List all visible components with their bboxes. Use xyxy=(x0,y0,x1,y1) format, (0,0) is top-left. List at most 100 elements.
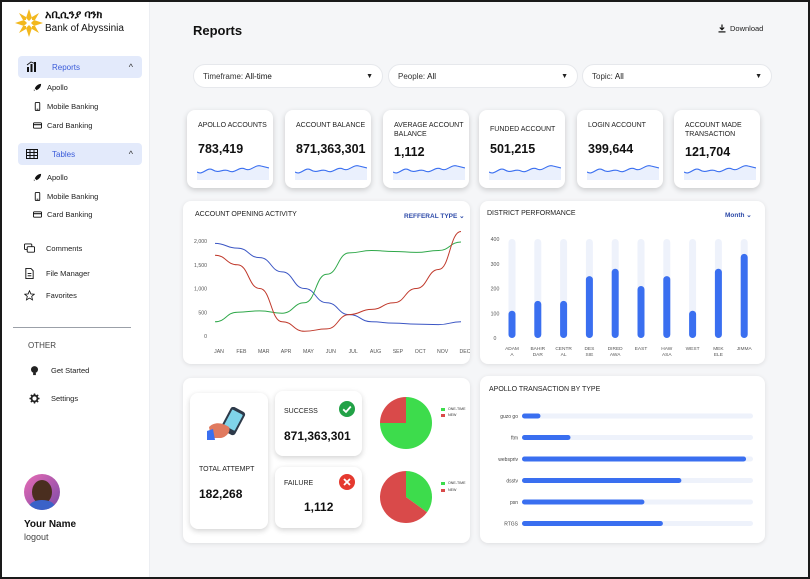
sidebar-item-label: Comments xyxy=(46,244,83,253)
x-tick-label: DES xyxy=(584,346,594,352)
x-tick-label: DEC xyxy=(460,349,470,355)
kpi-card[interactable]: APOLLO ACCOUNTS 783,419 xyxy=(187,110,273,188)
sparkline xyxy=(587,165,659,180)
kpi-card[interactable]: AVERAGE ACCOUNT BALANCE 1,112 xyxy=(383,110,469,188)
success-value: 871,363,301 xyxy=(284,429,351,443)
bar xyxy=(637,286,645,338)
sidebar-item-label: Apollo xyxy=(47,173,68,182)
y-tick-label: 400 xyxy=(491,237,500,243)
sidebar-item-apollo[interactable]: Apollo xyxy=(33,173,68,182)
series-line xyxy=(214,231,462,332)
bar xyxy=(522,435,571,440)
star-icon xyxy=(24,290,35,301)
pie-slice xyxy=(380,397,406,423)
bar xyxy=(714,268,722,338)
kpi-label: LOGIN ACCOUNT xyxy=(588,122,646,129)
filter-label: Topic: xyxy=(592,71,613,81)
user-name: Your Name xyxy=(24,519,77,530)
mobile-icon xyxy=(34,102,41,111)
kpi-value: 1,112 xyxy=(394,145,425,159)
total-attempt-value: 182,268 xyxy=(199,487,243,501)
sidebar-item-mobile-banking[interactable]: Mobile Banking xyxy=(33,192,98,201)
filter-people[interactable]: People: All ▼ xyxy=(388,64,578,88)
filter-value: All xyxy=(427,71,437,81)
bar xyxy=(560,300,568,338)
mobile-icon xyxy=(34,192,41,201)
bar xyxy=(740,253,748,338)
bar xyxy=(508,310,516,338)
category-label: ftm xyxy=(511,436,518,442)
account-opening-card: ACCOUNT OPENING ACTIVITY REFFERAL TYPE ⌄… xyxy=(183,201,470,364)
brand-name: አቢሲንያ ባንክ Bank of Abyssinia xyxy=(45,9,145,34)
legend-item: NEW xyxy=(441,413,456,417)
sidebar-item-card-banking[interactable]: Card Banking xyxy=(33,121,92,130)
sparkline xyxy=(393,165,465,180)
series-line xyxy=(214,241,462,323)
close-icon xyxy=(339,474,355,490)
success-card[interactable]: SUCCESS 871,363,301 xyxy=(275,391,362,456)
caret-down-icon: ▼ xyxy=(561,72,568,80)
sidebar-item-file-manager[interactable]: File Manager xyxy=(24,268,90,279)
sidebar-item-comments[interactable]: Comments xyxy=(24,243,82,254)
x-tick-label: MAR xyxy=(258,349,270,355)
bar xyxy=(522,478,682,483)
bar-chart: 400 300 200 100 0 ADAMA BAHIRDAR CENTRAL DESSIE D… xyxy=(491,237,753,358)
sidebar-group-reports[interactable]: Reports ^ xyxy=(18,56,142,78)
kpi-label: FUNDED ACCOUNT xyxy=(490,126,556,133)
x-tick-label: ASA xyxy=(662,352,672,358)
download-button[interactable]: Download xyxy=(718,24,763,33)
filter-value: All xyxy=(614,71,624,81)
sidebar-item-mobile-banking[interactable]: Mobile Banking xyxy=(33,102,98,111)
filter-timeframe[interactable]: Timeframe: All-time ▼ xyxy=(193,64,383,88)
sidebar-item-card-banking[interactable]: Card Banking xyxy=(33,210,92,219)
total-attempt-label: TOTAL ATTEMPT xyxy=(199,466,255,473)
lightbulb-icon xyxy=(31,366,38,376)
sidebar-item-apollo[interactable]: Apollo xyxy=(33,83,68,92)
caret-down-icon: ▼ xyxy=(755,72,762,80)
sparkline xyxy=(295,165,367,180)
failure-value: 1,112 xyxy=(304,500,334,514)
x-tick-label: FEB xyxy=(236,349,247,355)
kpi-label: ACCOUNT MADE TRANSACTION xyxy=(685,122,742,138)
sidebar-item-label: Favorites xyxy=(46,291,77,300)
gear-icon xyxy=(29,393,40,404)
avatar[interactable] xyxy=(24,474,60,510)
legend-label: NEW xyxy=(448,488,457,492)
sidebar-item-label: Mobile Banking xyxy=(47,102,99,111)
kpi-label: AVERAGE ACCOUNT BALANCE xyxy=(394,122,464,138)
sparkline xyxy=(684,165,756,180)
logout-link[interactable]: logout xyxy=(24,532,49,542)
card-icon xyxy=(33,211,42,218)
bar xyxy=(522,521,663,526)
sidebar-item-label: Apollo xyxy=(47,83,68,92)
kpi-card[interactable]: ACCOUNT MADE TRANSACTION 121,704 xyxy=(674,110,760,188)
sidebar-item-favorites[interactable]: Favorites xyxy=(24,290,77,301)
x-tick-label: DIRED xyxy=(608,346,623,352)
kpi-value: 121,704 xyxy=(685,145,731,159)
kpi-value: 399,644 xyxy=(588,142,634,156)
sidebar-item-label: Card Banking xyxy=(47,210,93,219)
y-tick-label: 300 xyxy=(491,262,500,268)
sidebar-group-label: Tables xyxy=(52,149,76,159)
sidebar-item-settings[interactable]: Settings xyxy=(29,393,78,404)
x-tick-label: SEP xyxy=(393,349,404,355)
kpi-card[interactable]: FUNDED ACCOUNT 501,215 xyxy=(479,110,565,188)
filter-topic[interactable]: Topic: All ▼ xyxy=(582,64,772,88)
sidebar-item-get-started[interactable]: Get Started xyxy=(29,365,89,376)
bar-chart-icon xyxy=(26,61,37,72)
failure-card[interactable]: FAILURE 1,112 xyxy=(275,467,362,528)
filter-label: People: xyxy=(398,71,426,81)
y-tick-label: 200 xyxy=(491,287,500,293)
sidebar-group-tables[interactable]: Tables ^ xyxy=(18,143,142,165)
kpi-card[interactable]: ACCOUNT BALANCE 871,363,301 xyxy=(285,110,371,188)
kpi-label: APOLLO ACCOUNTS xyxy=(198,122,267,129)
bar xyxy=(522,499,645,505)
kpi-value: 783,419 xyxy=(198,142,244,156)
x-tick-label: MEK xyxy=(713,346,724,352)
other-section-label: OTHER xyxy=(28,341,56,350)
kpi-card[interactable]: LOGIN ACCOUNT 399,644 xyxy=(577,110,663,188)
bar xyxy=(663,276,671,338)
bar xyxy=(522,456,747,462)
total-attempt-card[interactable]: TOTAL ATTEMPT 182,268 xyxy=(190,393,268,529)
pie-chart xyxy=(380,397,432,449)
